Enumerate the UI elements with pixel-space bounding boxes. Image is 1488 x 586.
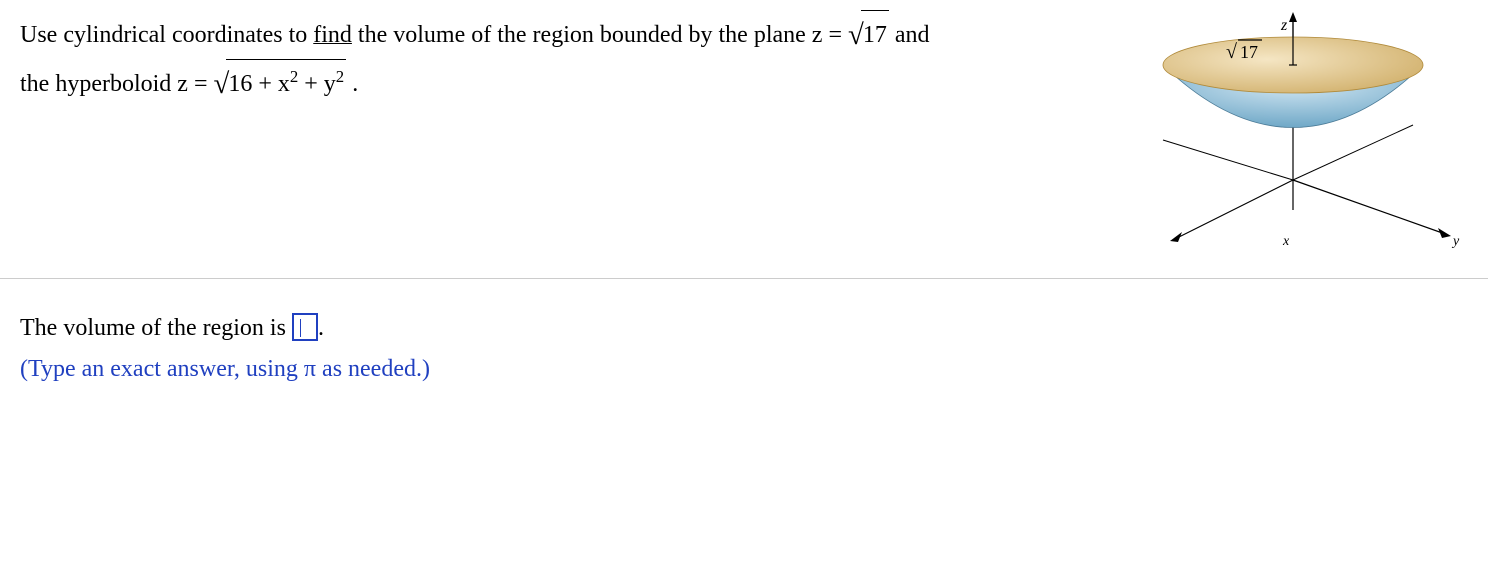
y-axis-back: [1163, 140, 1293, 180]
x-axis: [1173, 180, 1293, 240]
figure-sqrt17-label: 17: [1240, 42, 1258, 62]
answer-hint: (Type an exact answer, using π as needed…: [20, 349, 1020, 390]
answer-input[interactable]: [292, 313, 318, 341]
question-find-word: find: [313, 22, 352, 48]
figure-sqrt-surd: √: [1226, 41, 1237, 63]
page-root: Use cylindrical coordinates to find the …: [0, 0, 1488, 586]
sqrt-17-radicand: 17: [861, 10, 889, 59]
figure-3d: z x y: [1118, 10, 1468, 260]
x-axis-back: [1293, 125, 1413, 180]
figure-svg: z x y: [1118, 10, 1468, 270]
answer-area: The volume of the region is . (Type an e…: [20, 308, 1020, 390]
hyperboloid-radicand: 16 + x2 + y2: [226, 59, 346, 108]
radicand-a: 16 + x: [228, 71, 290, 97]
radicand-b: + y: [298, 71, 336, 97]
sqrt-17: √17: [848, 10, 889, 59]
x-axis-label: x: [1282, 234, 1290, 249]
question-part1-end: and: [889, 22, 930, 48]
section-divider: [0, 278, 1488, 279]
question-part2-end: .: [346, 71, 358, 97]
sqrt-hyperboloid: √16 + x2 + y2: [214, 59, 347, 108]
answer-prompt-post: .: [318, 315, 324, 341]
question-part1-post: the volume of the region bounded by the …: [352, 22, 848, 48]
y-axis-label: y: [1451, 234, 1460, 249]
answer-prompt-pre: The volume of the region is: [20, 315, 292, 341]
y-axis: [1293, 180, 1448, 235]
z-axis-label: z: [1280, 17, 1288, 34]
y-axis-arrow: [1438, 228, 1451, 238]
question-part2-pre: the hyperboloid z =: [20, 71, 214, 97]
question-part1-pre: Use cylindrical coordinates to: [20, 22, 313, 48]
question-text: Use cylindrical coordinates to find the …: [20, 10, 1020, 108]
